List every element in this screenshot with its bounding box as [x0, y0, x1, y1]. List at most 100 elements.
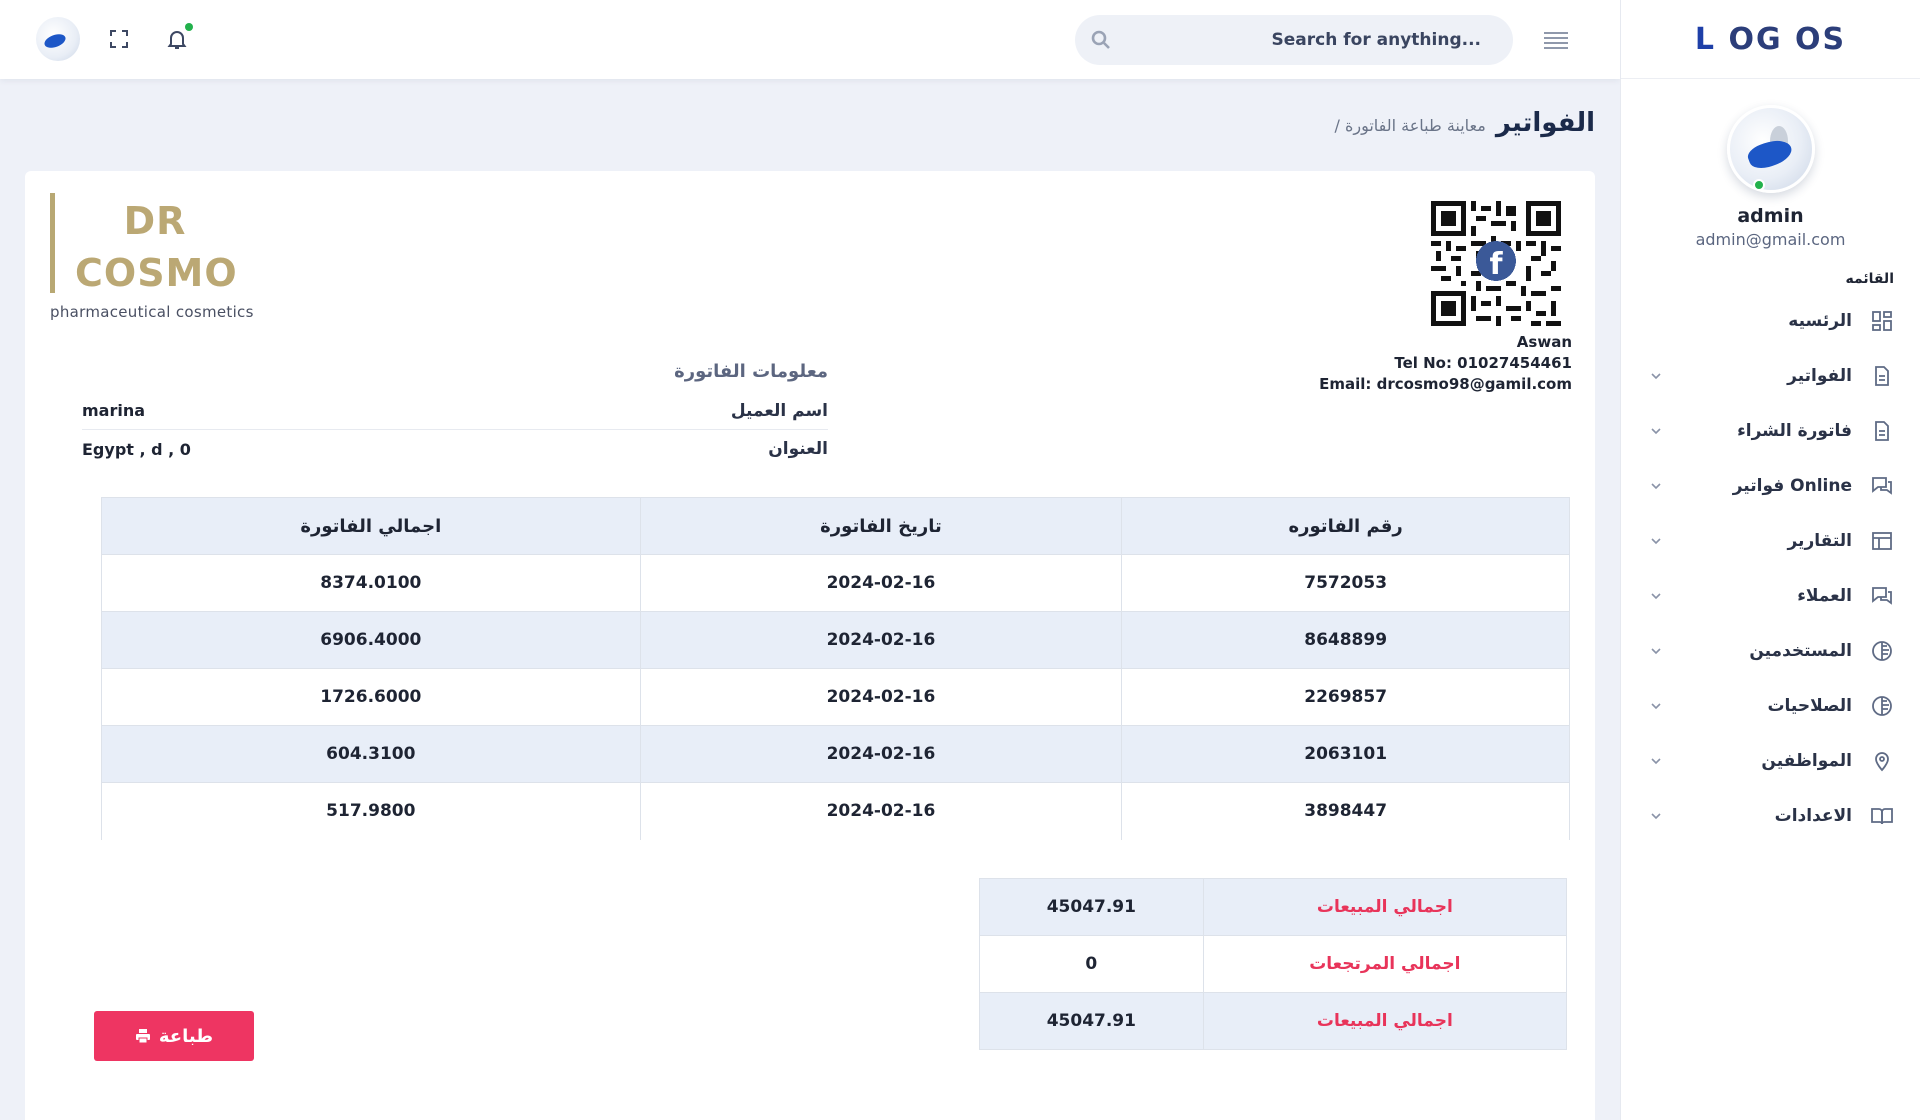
- col-header-date: تاريخ الفاتورة: [639, 497, 1123, 555]
- brand-line-2: COSMO: [75, 251, 238, 295]
- invoices-table: اجمالي الفاتورة تاريخ الفاتورة رقم الفات…: [101, 497, 1570, 840]
- chat-icon: [1872, 476, 1892, 495]
- search-icon[interactable]: [1089, 28, 1113, 52]
- fullscreen-icon[interactable]: [107, 27, 131, 51]
- cell-total: 8374.0100: [101, 554, 641, 612]
- menu-title: القائمه: [1845, 271, 1894, 287]
- sidebar-item-reports[interactable]: التقارير: [1621, 513, 1920, 568]
- location-pin-icon: [1875, 751, 1889, 771]
- cell-total: 1726.6000: [101, 668, 641, 726]
- sidebar-item-users[interactable]: المستخدمين: [1621, 623, 1920, 678]
- book-icon: [1871, 807, 1893, 824]
- chevron-down-icon: [1651, 427, 1661, 434]
- cell-date: 2024-02-16: [639, 611, 1123, 669]
- sidebar-item-label: الفواتير: [1787, 365, 1852, 386]
- cell-date: 2024-02-16: [639, 782, 1123, 840]
- profile-email: admin@gmail.com: [1695, 230, 1846, 249]
- cell-number: 2063101: [1121, 725, 1570, 783]
- sidebar-menu: الرئسيه الفواتير فاتورة الشراء فواتير On…: [1621, 293, 1920, 843]
- printer-icon: [135, 1029, 150, 1044]
- client-value: marina: [82, 401, 146, 420]
- sidebar-item-purchase-invoice[interactable]: فاتورة الشراء: [1621, 403, 1920, 458]
- chevron-down-icon: [1651, 812, 1661, 819]
- qr-code: f: [1431, 201, 1561, 326]
- menu-toggle-icon[interactable]: [1543, 30, 1569, 50]
- invoice-preview-card: DR COSMO pharmaceutical cosmetics f Aswa…: [25, 171, 1595, 1120]
- totals-row: 0 اجمالي المرتجعات: [979, 935, 1568, 993]
- logo-bar: L OG OS: [1621, 0, 1920, 79]
- totals-row: 45047.91 اجمالي المبيعات: [979, 878, 1568, 936]
- sidebar-item-label: الاعدادات: [1774, 805, 1852, 826]
- sidebar-item-label: العملاء: [1797, 585, 1852, 606]
- address-row: Egypt , d , 0 العنوان: [82, 430, 828, 468]
- brand-line-1: DR: [123, 199, 187, 243]
- table-icon: [1872, 531, 1892, 550]
- search-box: [1075, 15, 1513, 65]
- total-returns-value: 0: [979, 935, 1204, 993]
- sidebar-item-label: فواتير Online: [1732, 475, 1852, 496]
- contact-info: Aswan Tel No: 01027454461 Email: drcosmo…: [1319, 332, 1572, 395]
- client-label: اسم العميل: [730, 400, 828, 421]
- breadcrumb: / معاينة طباعة الفاتورة الفواتير: [1334, 108, 1595, 138]
- sidebar: L OG OS admin admin@gmail.com القائمه ال…: [1620, 0, 1920, 1120]
- invoice-info-title: معلومات الفاتورة: [674, 361, 828, 382]
- dashboard-icon: [1872, 310, 1892, 331]
- totals-table: 45047.91 اجمالي المبيعات 0 اجمالي المرتج…: [979, 878, 1568, 1050]
- cell-total: 6906.4000: [101, 611, 641, 669]
- document-icon: [1875, 420, 1889, 441]
- sidebar-item-label: المواظفين: [1761, 750, 1852, 771]
- table-row: 6906.4000 2024-02-16 8648899: [101, 611, 1570, 669]
- chevron-down-icon: [1651, 702, 1661, 709]
- sidebar-item-permissions[interactable]: الصلاحيات: [1621, 678, 1920, 733]
- half-circle-icon: [1872, 695, 1892, 716]
- totals-row: 45047.91 اجمالي المبيعات: [979, 992, 1568, 1050]
- sidebar-item-label: التقارير: [1787, 530, 1852, 551]
- chat-icon: [1872, 586, 1892, 605]
- address-value: Egypt , d , 0: [82, 439, 191, 459]
- breadcrumb-current[interactable]: / معاينة طباعة الفاتورة: [1334, 116, 1485, 135]
- brand-tagline: pharmaceutical cosmetics: [50, 303, 254, 321]
- facebook-icon: f: [1489, 247, 1503, 282]
- total-returns-label: اجمالي المرتجعات: [1202, 935, 1568, 993]
- profile-avatar[interactable]: [1726, 105, 1815, 193]
- cell-total: 517.9800: [101, 782, 641, 840]
- sidebar-item-invoices[interactable]: الفواتير: [1621, 348, 1920, 403]
- cell-date: 2024-02-16: [639, 668, 1123, 726]
- sidebar-item-clients[interactable]: العملاء: [1621, 568, 1920, 623]
- total-sales-value: 45047.91: [979, 878, 1204, 936]
- contact-email: Email: drcosmo98@gamil.com: [1319, 375, 1572, 393]
- app-logo[interactable]: L OG OS: [1695, 22, 1846, 57]
- cell-total: 604.3100: [101, 725, 641, 783]
- online-status-dot: [1752, 179, 1765, 191]
- table-row: 1726.6000 2024-02-16 2269857: [101, 668, 1570, 726]
- search-input[interactable]: [1075, 15, 1513, 65]
- table-row: 604.3100 2024-02-16 2063101: [101, 725, 1570, 783]
- col-header-total: اجمالي الفاتورة: [101, 497, 641, 555]
- half-circle-icon: [1872, 640, 1892, 661]
- chevron-down-icon: [1651, 647, 1661, 654]
- total-sales-label: اجمالي المبيعات: [1202, 878, 1568, 936]
- sidebar-item-label: فاتورة الشراء: [1737, 420, 1852, 441]
- cell-number: 3898447: [1121, 782, 1570, 840]
- table-row: 8374.0100 2024-02-16 7572053: [101, 554, 1570, 612]
- chevron-down-icon: [1651, 537, 1661, 544]
- document-icon: [1875, 365, 1889, 386]
- sidebar-item-settings[interactable]: الاعدادات: [1621, 788, 1920, 843]
- chevron-down-icon: [1651, 592, 1661, 599]
- table-header-row: اجمالي الفاتورة تاريخ الفاتورة رقم الفات…: [101, 497, 1570, 555]
- contact-city: Aswan: [1516, 333, 1572, 351]
- invoice-info: معلومات الفاتورة marina اسم العميل Egypt…: [82, 361, 828, 468]
- print-button[interactable]: طباعة: [94, 1011, 254, 1061]
- sidebar-item-label: الرئسيه: [1788, 310, 1852, 331]
- user-avatar[interactable]: [36, 17, 80, 61]
- sidebar-item-online-invoices[interactable]: فواتير Online: [1621, 458, 1920, 513]
- col-header-number: رقم الفاتوره: [1121, 497, 1570, 555]
- notification-dot: [185, 23, 193, 31]
- top-header: [0, 0, 1620, 79]
- page-title: الفواتير: [1495, 108, 1595, 138]
- chevron-down-icon: [1651, 482, 1661, 489]
- sidebar-item-home[interactable]: الرئسيه: [1621, 293, 1920, 348]
- bell-icon[interactable]: [165, 27, 189, 51]
- address-label: العنوان: [768, 439, 828, 459]
- sidebar-item-employees[interactable]: المواظفين: [1621, 733, 1920, 788]
